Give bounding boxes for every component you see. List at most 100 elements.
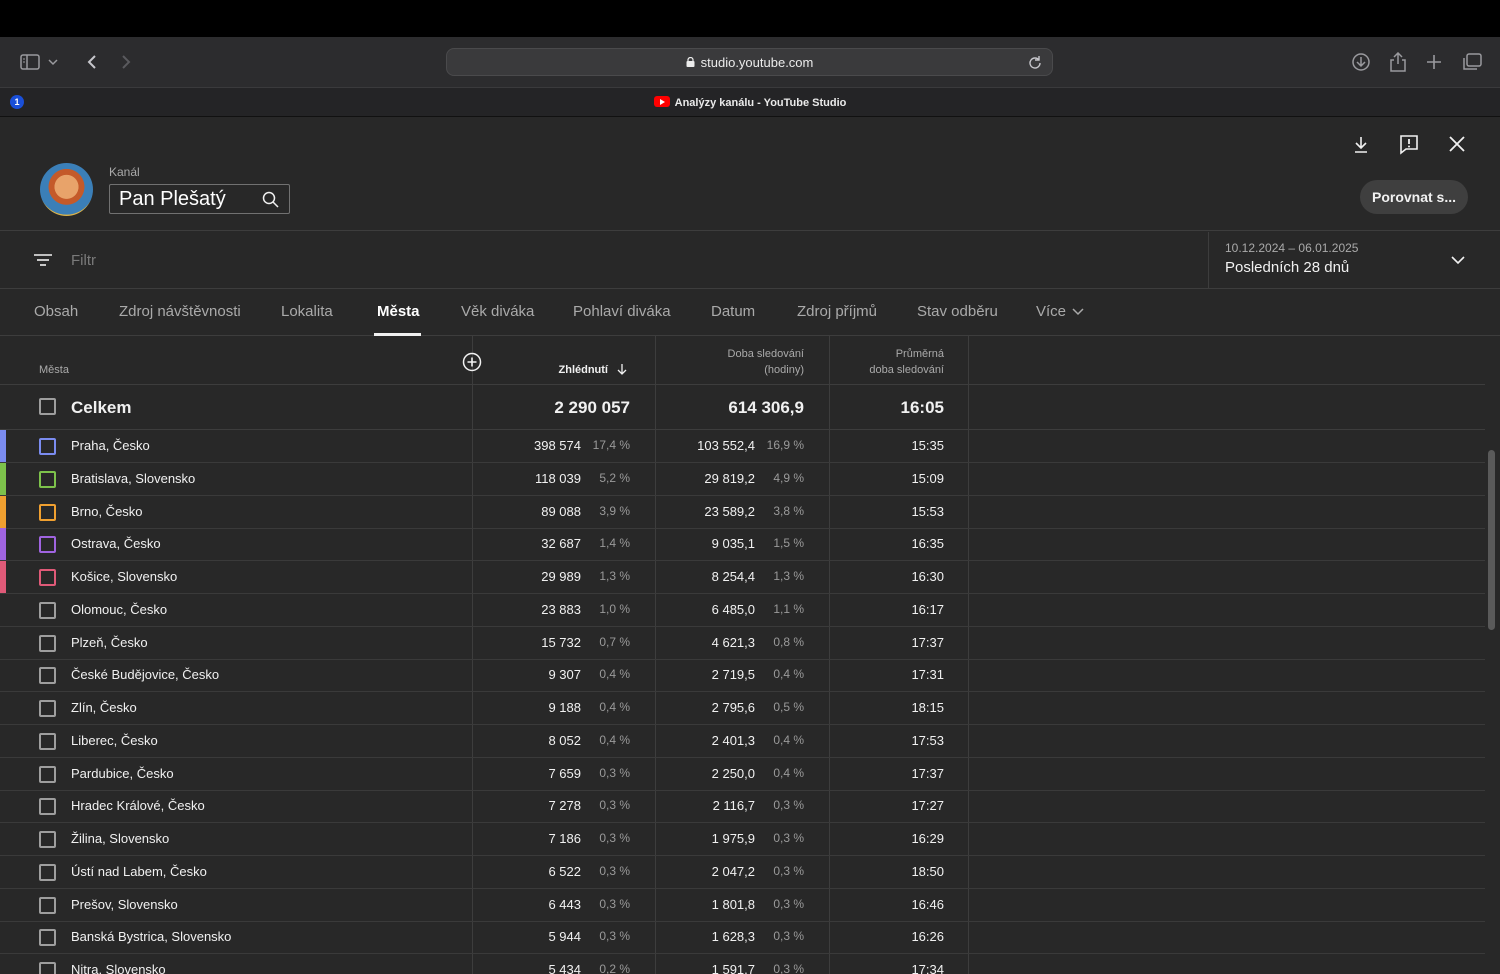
row-checkbox[interactable] [39,470,56,488]
avg-duration-value: 17:37 [911,634,944,650]
table-row[interactable]: Banská Bystrica, Slovensko 5 944 0,3 % 1 62… [0,921,1485,955]
row-checkbox[interactable] [39,634,56,652]
row-checkbox[interactable] [39,438,56,455]
table-row[interactable]: Praha, Česko 398 574 17,4 % 103 552,4 16,9 %… [0,430,1485,463]
city-name: Prešov, Slovensko [71,896,178,912]
filter-icon[interactable] [34,252,52,268]
row-checkbox[interactable] [39,765,56,783]
tab-vek-divaka[interactable]: Věk diváka [461,303,534,320]
scrollbar[interactable] [1488,450,1495,630]
table-row[interactable]: Zlín, Česko 9 188 0,4 % 2 795,6 0,5 % 18:15 [0,692,1485,725]
table-row[interactable]: Prešov, Slovensko 6 443 0,3 % 1 801,8 0,3 % 1… [0,889,1485,922]
avg-duration-value: 16:17 [911,601,944,617]
column-header-watch-time[interactable]: Doba sledování (hodiny) [728,346,804,378]
row-checkbox[interactable] [39,863,56,881]
date-range-picker[interactable]: 10.12.2024 – 06.01.2025 Posledních 28 dn… [1208,232,1500,289]
watch-time-percent: 0,3 % [773,896,804,911]
tab-zdroj-navstevnosti[interactable]: Zdroj návštěvnosti [119,303,241,320]
reload-icon[interactable] [1028,55,1042,69]
cities-table: Města Zhlédnutí Doba sledování (hodiny) P… [0,336,1485,974]
row-checkbox[interactable] [39,732,56,750]
views-value: 118 039 [534,470,581,486]
watch-time-value: 4 621,3 [711,634,755,650]
search-icon[interactable] [262,191,279,208]
table-row[interactable]: Ústí nad Labem, Česko 6 522 0,3 % 2 047,2 0,… [0,856,1485,889]
dimension-tabs: Obsah Zdroj návštěvnosti Lokalita Města … [0,289,1500,336]
filter-input[interactable]: Filtr [71,252,96,269]
watch-time-value: 9 035,1 [711,536,755,552]
tab-mesta[interactable]: Města [377,303,420,320]
row-checkbox[interactable] [39,798,56,816]
system-menubar [0,0,1500,37]
tab-lokalita[interactable]: Lokalita [281,303,333,320]
row-checkbox[interactable] [39,569,56,586]
avg-duration-value: 16:30 [911,569,944,584]
watch-time-value: 1 628,3 [711,929,755,945]
download-icon[interactable] [1349,51,1373,73]
row-checkbox[interactable] [39,601,56,619]
tab-stav-odberu[interactable]: Stav odběru [917,303,998,320]
tab-overview-icon[interactable] [1460,51,1484,73]
tab-zdroj-prijmu[interactable]: Zdroj příjmů [797,303,877,320]
table-row[interactable]: Plzeň, Česko 15 732 0,7 % 4 621,3 0,8 % 17:37 [0,627,1485,660]
export-download-icon[interactable] [1350,133,1372,155]
city-name: Banská Bystrica, Slovensko [71,929,232,945]
watch-time-percent: 0,3 % [773,831,804,845]
table-row[interactable]: Žilina, Slovensko 7 186 0,3 % 1 975,9 0,3 % 1… [0,823,1485,856]
table-row[interactable]: Bratislava, Slovensko 118 039 5,2 % 29 819,… [0,462,1485,496]
series-color-bar [0,430,6,462]
chevron-down-icon[interactable] [46,51,60,73]
feedback-icon[interactable] [1398,133,1420,155]
row-checkbox[interactable] [39,667,56,685]
row-checkbox[interactable] [39,831,56,848]
table-row[interactable]: Hradec Králové, Česko 7 278 0,3 % 2 116,7 0,… [0,790,1485,824]
city-name: Bratislava, Slovensko [71,470,196,486]
views-value: 9 188 [548,700,581,715]
table-row[interactable]: Nitra, Slovensko 5 434 0,2 % 1 591,7 0,3 % 17… [0,954,1485,974]
watch-time-value: 103 552,4 [697,438,755,453]
watch-time-percent: 16,9 % [766,438,804,452]
column-header-avg-duration[interactable]: Průměrná doba sledování [869,346,944,378]
forward-icon[interactable] [114,51,138,73]
views-percent: 1,4 % [599,536,630,551]
compare-button[interactable]: Porovnat s... [1360,180,1468,214]
tab-vice[interactable]: Více [1036,303,1084,320]
row-checkbox[interactable] [39,929,56,947]
watch-time-percent: 1,5 % [773,536,804,551]
address-bar[interactable]: studio.youtube.com [446,48,1053,76]
avg-duration-value: 18:50 [911,863,944,879]
back-icon[interactable] [80,51,104,73]
row-checkbox[interactable] [39,536,56,554]
city-name: Liberec, Česko [71,732,158,748]
new-tab-icon[interactable] [1422,51,1446,73]
table-row[interactable]: Košice, Slovensko 29 989 1,3 % 8 254,4 1,3 %… [0,561,1485,594]
row-checkbox[interactable] [39,700,56,717]
watch-time-percent: 1,1 % [773,601,804,616]
tab-vice-label: Více [1036,303,1067,320]
total-checkbox[interactable] [39,398,56,415]
table-row[interactable]: Ostrava, Česko 32 687 1,4 % 9 035,1 1,5 % 16:… [0,528,1485,562]
browser-tab-bar: 1 Analýzy kanálu - YouTube Studio [0,87,1500,117]
city-name: Pardubice, Česko [71,765,174,781]
row-checkbox[interactable] [39,962,56,974]
add-column-icon[interactable] [462,352,482,372]
row-checkbox[interactable] [39,896,56,914]
tab-pohlavi-divaka[interactable]: Pohlaví diváka [573,303,671,320]
table-row[interactable]: Brno, Česko 89 088 3,9 % 23 589,2 3,8 % 15:53 [0,495,1485,529]
browser-tab[interactable]: Analýzy kanálu - YouTube Studio [0,96,1500,109]
close-icon[interactable] [1446,133,1468,155]
table-row[interactable]: Olomouc, Česko 23 883 1,0 % 6 485,0 1,1 % 16:… [0,594,1485,627]
table-row[interactable]: Liberec, Česko 8 052 0,4 % 2 401,3 0,4 % 17:5… [0,725,1485,758]
table-row[interactable]: České Budějovice, Česko 9 307 0,4 % 2 719,5… [0,659,1485,693]
share-icon[interactable] [1386,51,1410,73]
watch-time-percent: 0,5 % [773,700,804,714]
column-header-views[interactable]: Zhlédnutí [559,362,629,378]
channel-selector[interactable]: Pan Plešatý [109,184,290,214]
tab-obsah[interactable]: Obsah [34,303,78,320]
watch-time-value: 2 719,5 [711,667,755,683]
row-checkbox[interactable] [39,503,56,521]
sidebar-toggle-icon[interactable] [18,51,42,73]
views-percent: 0,3 % [599,863,630,878]
table-row[interactable]: Pardubice, Česko 7 659 0,3 % 2 250,0 0,4 % 17… [0,758,1485,791]
tab-datum[interactable]: Datum [711,303,755,320]
